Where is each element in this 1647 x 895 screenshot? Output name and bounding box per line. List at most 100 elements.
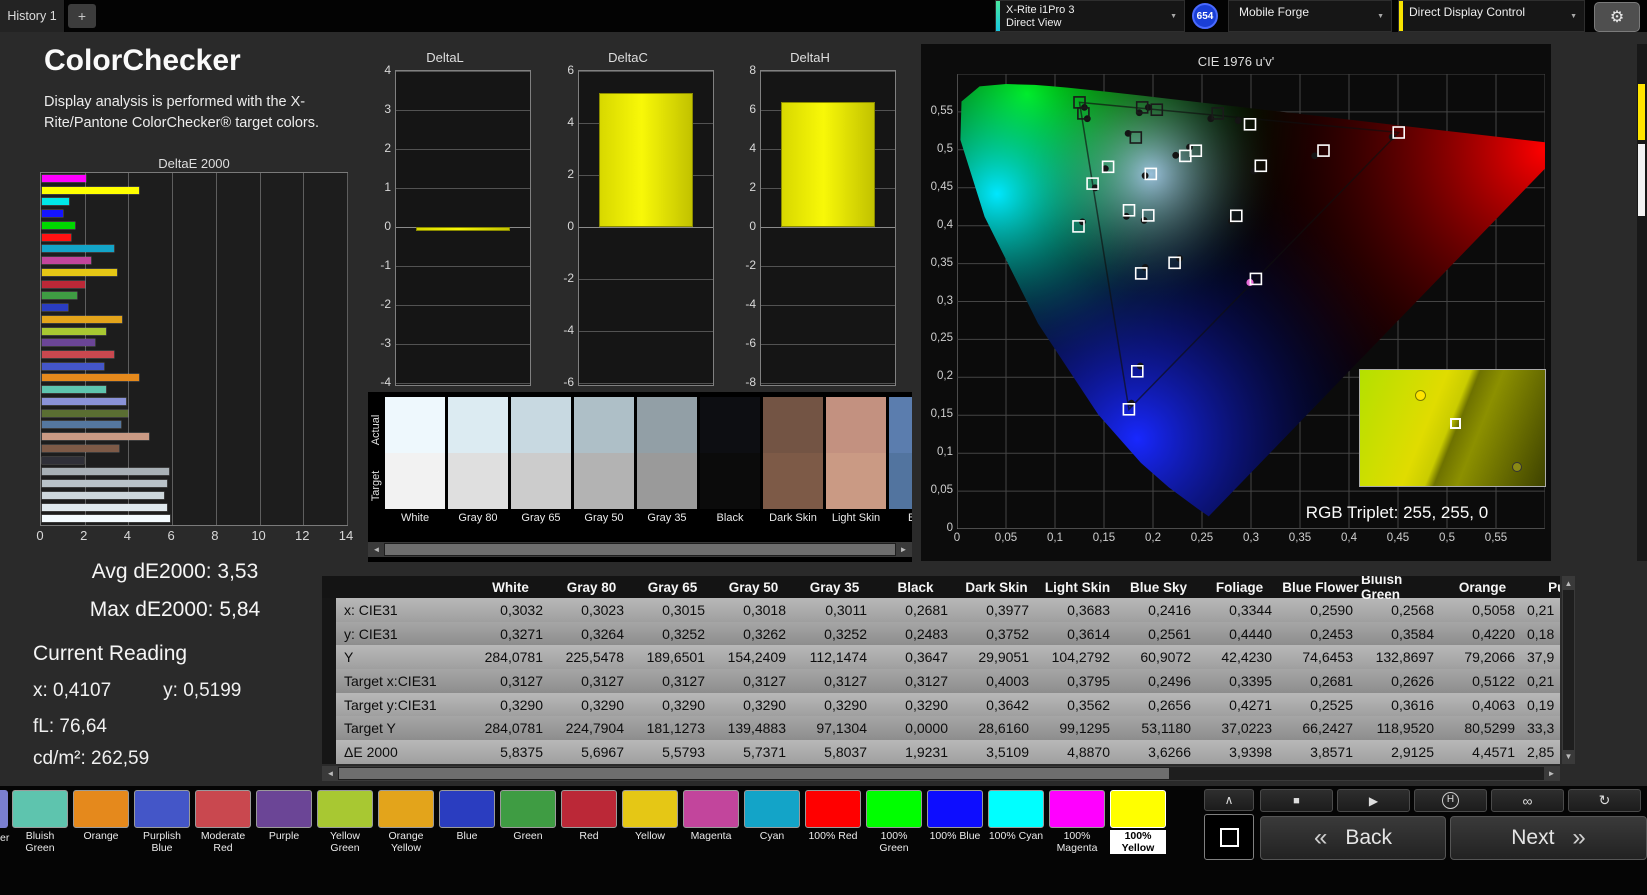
patch-swatch [500,790,556,828]
add-tab-button[interactable]: + [68,4,96,28]
table-corner [322,576,336,598]
settings-button[interactable]: ⚙ [1594,2,1640,32]
display-control-selector[interactable]: Direct Display Control ▼ [1398,0,1585,32]
gridline [579,331,713,332]
swatch-scrollbar[interactable]: ◄ ► [368,542,912,557]
deltaL-bar [416,227,510,231]
y-tick-label: 8 [749,63,756,77]
patch-label: 100% Blue [929,830,981,842]
title-bar: History 1 + X-Rite i1Pro 3 Direct View ▼… [0,0,1647,32]
scroll-up-icon[interactable]: ▲ [1563,577,1574,590]
cell-y-foliage: 42,4230 [1221,649,1272,666]
back-label: Back [1345,826,1393,849]
cell-y-cie31-purp: 0,18 [1527,625,1555,642]
table-row-y: Y 284,0781 225,5478 189,6501 154,2409 112,147… [322,645,1560,670]
swatch-actual [574,397,634,453]
table-h-scrollbar[interactable]: ◄ ► [322,766,1560,781]
deltae-bar-blue [42,304,68,312]
swatch-colors [511,397,571,509]
cell--e-2000-bluish-green: 2,9125 [1391,743,1434,760]
swatch-label: Blue [907,512,912,524]
scroll-right-icon[interactable]: ► [896,543,911,556]
stop-button[interactable]: ■ [1260,789,1333,812]
cell-y-cie31-bluish-green: 0,3584 [1391,625,1434,642]
cell-x-cie31-blue-flower: 0,2590 [1310,601,1353,618]
patch-yellow-green[interactable]: Yellow Green [317,786,373,854]
capture-button[interactable]: H [1414,789,1487,812]
cell-y-cie31-dark-skin: 0,3752 [986,625,1029,642]
gridline [761,266,895,267]
patch-cyan[interactable]: Cyan [744,786,800,854]
column-header-black: Black [875,576,956,598]
cell-y-cie31-gray-80: 0,3264 [581,625,624,642]
gridline [303,173,305,525]
swatch-colors [826,397,886,509]
deltae-bar-dark-skin [42,444,119,452]
measurement-table: White Gray 80 Gray 65 Gray 50 Gray 35 Black Da… [322,576,1560,764]
scroll-left-icon[interactable]: ◄ [369,543,384,556]
gridline [347,173,348,525]
patch-swatch [12,790,68,828]
row-label: Target x:CIE31 [344,672,437,689]
gridline [396,110,530,111]
table-row-y-cie31: y: CIE31 0,3271 0,3264 0,3252 0,3262 0,3252 0,… [322,621,1560,646]
back-button[interactable]: « Back [1260,816,1446,860]
deltac-y-axis: -6 -4 -2 0 2 4 6 [542,63,574,389]
swatch-target [511,453,571,509]
patch-green[interactable]: Green [500,786,556,854]
scrollbar-thumb[interactable] [385,544,895,555]
patch-magenta[interactable]: Magenta [683,786,739,854]
deltae-bar-blue-sky [42,421,122,429]
measurement-count-badge: 654 [1192,3,1218,29]
scrollbar-thumb[interactable] [339,768,1169,779]
patch-100-yellow[interactable]: 100% Yellow [1110,786,1166,855]
cie-x-axis: 0 0,05 0,1 0,15 0,2 0,25 0,3 0,35 0,4 0,45 0,5 0,55 [954,532,1545,548]
refresh-button[interactable]: ↻ [1568,789,1641,812]
patch-label: Yellow [635,830,665,842]
cell-target-y-dark-skin: 28,6160 [978,720,1029,737]
patch-bluish-green[interactable]: Bluish Green [12,786,68,854]
scroll-right-icon[interactable]: ► [1544,767,1559,780]
deltae-bar-yellow [42,268,117,276]
cell--e-2000-gray-80: 5,6967 [581,743,624,760]
patch-row: Bluish Green Orange Purplish Blue Moderate … [12,786,1166,855]
patch-100-magenta[interactable]: 100% Magenta [1049,786,1105,854]
cie-y-tick: 0,3 [937,294,953,307]
x-tick-label: 0 [36,528,44,543]
meter-selector[interactable]: X-Rite i1Pro 3 Direct View ▼ [995,0,1185,32]
pattern-scroll-up-button[interactable]: ∧ [1204,789,1254,811]
patch-100-blue[interactable]: 100% Blue [927,786,983,854]
patch-purple[interactable]: Purple [256,786,312,854]
patch-moderate-red[interactable]: Moderate Red [195,786,251,854]
cell-target-x-cie31-white: 0,3127 [500,672,543,689]
tab-history-1[interactable]: History 1 [0,0,65,32]
cell-target-y-orange: 80,5299 [1464,720,1515,737]
gridline [761,71,895,72]
swatch-label: Light Skin [831,512,881,524]
patch-100-green[interactable]: 100% Green [866,786,922,854]
scroll-down-icon[interactable]: ▼ [1563,750,1574,763]
patch-purplish-blue[interactable]: Purplish Blue [134,786,190,854]
scroll-left-icon[interactable]: ◄ [323,767,338,780]
table-row-target-y: Target Y 284,0781 224,7904 181,1273 139,4883… [322,716,1560,741]
patch-blue[interactable]: Blue [439,786,495,854]
patch-100-cyan[interactable]: 100% Cyan [988,786,1044,854]
next-button[interactable]: Next » [1450,816,1647,860]
patch-red[interactable]: Red [561,786,617,854]
play-button[interactable]: ▶ [1337,789,1410,812]
table-v-scrollbar[interactable]: ▲ ▼ [1562,576,1575,764]
continuous-measure-button[interactable]: ∞ [1491,789,1564,812]
patch-orange-yellow[interactable]: Orange Yellow [378,786,434,854]
patch-100-red[interactable]: 100% Red [805,786,861,854]
source-selector[interactable]: Mobile Forge ▼ [1228,0,1392,32]
patch-yellow[interactable]: Yellow [622,786,678,854]
swatch-label: Gray 65 [521,512,561,524]
pattern-window-button[interactable] [1204,814,1254,860]
patch-partial[interactable] [0,790,8,828]
patch-label: 100% Magenta [1056,830,1098,855]
patch-orange[interactable]: Orange [73,786,129,854]
cell-target-x-cie31-purp: 0,21 [1527,672,1555,689]
current-reading-xy: x: 0,4107 y: 0,5199 [33,680,241,702]
cell-target-y-cie31-gray-35: 0,3290 [824,696,867,713]
table-header-row: White Gray 80 Gray 65 Gray 50 Gray 35 Black Da… [322,576,1560,602]
